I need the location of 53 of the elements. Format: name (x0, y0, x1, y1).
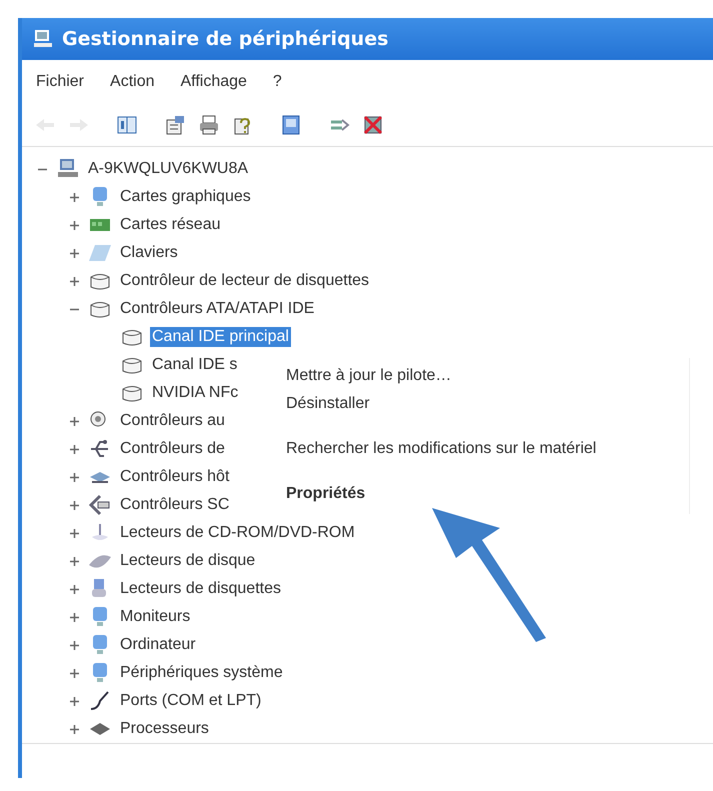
expand-icon[interactable] (70, 584, 78, 594)
tree-item[interactable]: NVIDIA NFc (150, 383, 240, 403)
expand-icon[interactable] (70, 696, 78, 706)
computer-icon (32, 28, 54, 50)
expand-icon[interactable] (70, 640, 78, 650)
tree-item[interactable]: Canal IDE principal (150, 327, 291, 347)
tree-item[interactable]: Canal IDE s (150, 355, 240, 375)
printer-icon[interactable] (198, 114, 220, 136)
properties-icon[interactable] (164, 114, 186, 136)
tree-item[interactable]: Périphériques système (118, 663, 285, 683)
tree-item[interactable]: Ports (COM et LPT) (118, 691, 264, 711)
tree-item[interactable]: Contrôleurs SC (118, 495, 232, 515)
uninstall-icon[interactable] (362, 114, 384, 136)
menu-item[interactable]: Action (110, 73, 154, 104)
menu-item[interactable]: Fichier (36, 73, 84, 104)
menu-item[interactable]: Mettre à jour le pilote… (258, 362, 689, 390)
tree-item[interactable]: Contrôleurs ATA/ATAPI IDE (118, 299, 316, 319)
tree-item[interactable]: Lecteurs de disquettes (118, 579, 283, 599)
menu-item[interactable]: Désinstaller (258, 390, 689, 418)
tree-item[interactable]: Lecteurs de disque (118, 551, 258, 571)
expand-icon[interactable] (70, 556, 78, 566)
tree-item[interactable]: Contrôleurs de (118, 439, 227, 459)
expand-icon[interactable] (70, 444, 78, 454)
tree-item[interactable]: Contrôleur de lecteur de disquettes (118, 271, 372, 291)
expand-icon[interactable] (70, 276, 78, 286)
expand-icon[interactable] (70, 528, 78, 538)
tree-item[interactable]: Ordinateur (118, 635, 198, 655)
menu-item[interactable]: ? (272, 73, 282, 104)
panel-icon[interactable] (116, 114, 138, 136)
expand-icon[interactable] (70, 724, 78, 734)
tree-item[interactable]: Contrôleurs hôt (118, 467, 232, 487)
tree-item[interactable]: Contrôleurs au (118, 411, 227, 431)
expand-icon[interactable] (70, 248, 78, 258)
expand-icon[interactable] (70, 192, 78, 202)
connector-icon (88, 493, 112, 517)
expand-icon[interactable] (70, 416, 78, 426)
menu-item[interactable]: Propriétés (258, 480, 689, 508)
tree-item[interactable]: Cartes graphiques (118, 187, 253, 207)
monitor-icon[interactable] (280, 114, 302, 136)
expand-icon[interactable] (70, 472, 78, 482)
menu-item[interactable]: Rechercher les modifications sur le matériel (258, 435, 689, 463)
expand-icon[interactable] (70, 220, 78, 230)
menu-item[interactable]: Affichage (180, 73, 247, 104)
expand-icon[interactable] (70, 500, 78, 510)
tree-item[interactable]: Cartes réseau (118, 215, 222, 235)
window-title: Gestionnaire de périphériques (62, 28, 388, 50)
tree-item[interactable]: Processeurs (118, 719, 211, 739)
expand-icon[interactable] (70, 668, 78, 678)
tree-item[interactable]: Claviers (118, 243, 180, 263)
tree-item[interactable]: Moniteurs (118, 607, 192, 627)
tree-item[interactable]: Lecteurs de CD-ROM/DVD-ROM (118, 523, 357, 543)
tree-item[interactable]: A-9KWQLUV6KWU8A (86, 159, 250, 179)
expand-icon[interactable] (70, 612, 78, 622)
